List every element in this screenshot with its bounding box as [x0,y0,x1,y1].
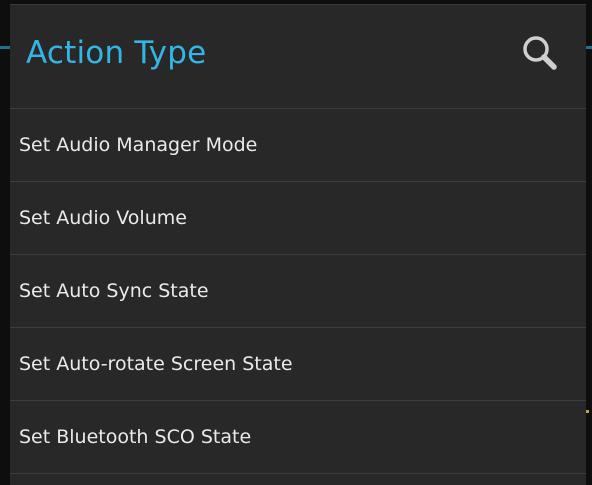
list-item-set-bluetooth-sco-state[interactable]: Set Bluetooth SCO State [10,401,586,474]
dialog-header: Action Type [10,5,586,109]
list-item-label: Set Bluetooth SCO State [19,426,252,448]
list-item-label: Set Auto Sync State [19,280,209,302]
search-icon [523,36,557,70]
background-accent-right [586,46,592,49]
list-item-set-audio-manager-mode[interactable]: Set Audio Manager Mode [10,109,586,182]
background-indicator [586,410,589,413]
action-type-list: Set Audio Manager Mode Set Audio Volume … [10,109,586,474]
list-item-set-auto-rotate-screen-state[interactable]: Set Auto-rotate Screen State [10,328,586,401]
dialog-title: Action Type [26,35,207,71]
action-type-dialog: Action Type Set Audio Manager Mode Set A… [10,4,586,485]
background-accent-left [0,46,10,49]
list-item-label: Set Audio Volume [19,207,187,229]
list-item-label: Set Auto-rotate Screen State [19,353,293,375]
list-item-set-audio-volume[interactable]: Set Audio Volume [10,182,586,255]
list-item-label: Set Audio Manager Mode [19,134,258,156]
search-button[interactable] [518,31,564,77]
list-item-set-auto-sync-state[interactable]: Set Auto Sync State [10,255,586,328]
